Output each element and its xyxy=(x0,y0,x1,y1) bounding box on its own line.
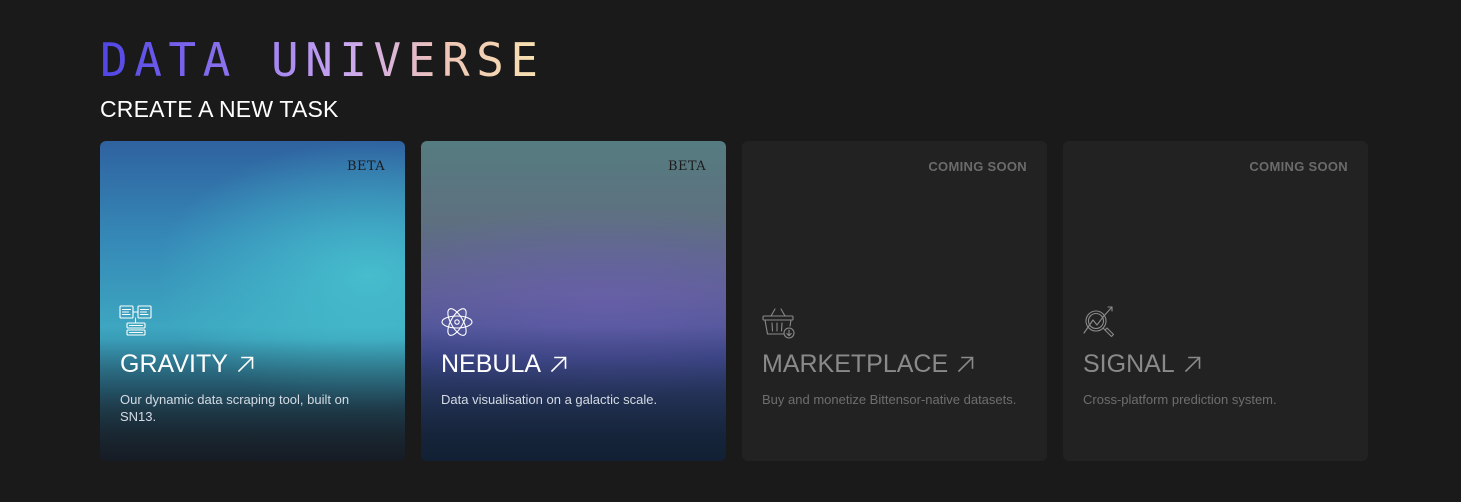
card-title-text: GRAVITY xyxy=(120,350,228,378)
page-subtitle: CREATE A NEW TASK xyxy=(100,96,339,122)
card-description: Our dynamic data scraping tool, built on… xyxy=(120,392,350,424)
card-title-text: SIGNAL xyxy=(1083,350,1175,378)
beta-badge: BETA xyxy=(668,159,706,174)
arrow-up-right-icon xyxy=(956,354,976,374)
arrow-up-right-icon xyxy=(236,354,256,374)
card-description: Cross-platform prediction system. xyxy=(1083,392,1277,407)
card-title: MARKETPLACE xyxy=(762,349,976,379)
coming-soon-badge: COMING SOON xyxy=(928,159,1027,174)
card-title-text: MARKETPLACE xyxy=(762,350,949,378)
arrow-up-right-icon xyxy=(549,354,569,374)
card-title: GRAVITY xyxy=(120,349,256,379)
coming-soon-badge: COMING SOON xyxy=(1249,159,1348,174)
card-nebula[interactable]: BETA NEBULA Data visualisation on a gala… xyxy=(421,141,726,461)
card-description: Data visualisation on a galactic scale. xyxy=(441,392,658,407)
card-title: SIGNAL xyxy=(1083,349,1203,379)
task-card-list: BETA GRAVITY Our dynamic data scraping t… xyxy=(100,141,1368,461)
data-sources-icon xyxy=(118,304,154,340)
beta-badge: BETA xyxy=(347,159,385,174)
card-title: NEBULA xyxy=(441,349,569,379)
brand-title: DATA UNIVERSE xyxy=(100,33,545,87)
basket-download-icon xyxy=(760,304,796,340)
atom-icon xyxy=(439,304,475,340)
card-marketplace[interactable]: COMING SOON MARKETPLACE Buy and monetize… xyxy=(742,141,1047,461)
arrow-up-right-icon xyxy=(1183,354,1203,374)
card-gravity[interactable]: BETA GRAVITY Our dynamic data scraping t… xyxy=(100,141,405,461)
magnifier-chart-icon xyxy=(1081,304,1117,340)
card-signal[interactable]: COMING SOON SIGNAL Cross-platform predic… xyxy=(1063,141,1368,461)
card-title-text: NEBULA xyxy=(441,350,542,378)
card-description: Buy and monetize Bittensor-native datase… xyxy=(762,392,1017,407)
